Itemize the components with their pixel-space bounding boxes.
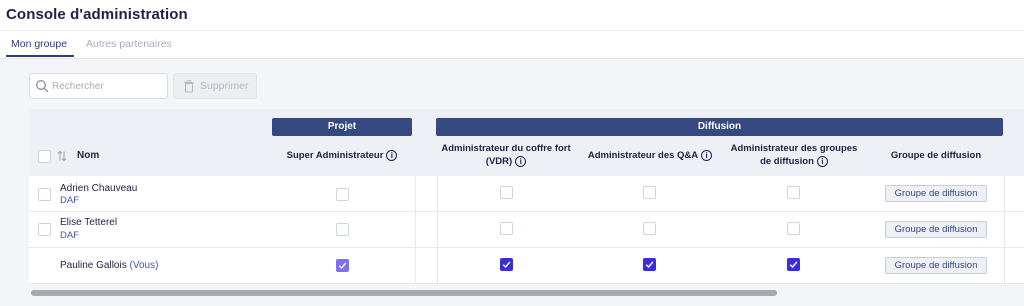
table-row: Elise Tetterel DAF Groupe de diffusion [29, 212, 1024, 248]
column-header-groupe-diffusion: Groupe de diffusion [890, 150, 982, 161]
column-header-admin-vdr-line1: Administrateur du coffre fort [441, 143, 571, 154]
groupe-diffusion-button[interactable]: Groupe de diffusion [885, 185, 987, 202]
admin-groupes-checkbox[interactable] [787, 222, 800, 235]
current-user-tag: (Vous) [129, 260, 159, 271]
column-divider [437, 176, 438, 284]
horizontal-scrollbar-thumb[interactable] [31, 290, 777, 296]
sort-icon[interactable] [57, 150, 67, 162]
column-header-nom[interactable]: Nom [77, 150, 99, 161]
admin-qa-checkbox[interactable] [643, 186, 656, 199]
column-header-admin-qa: Administrateur des Q&A i [575, 149, 725, 162]
row-select-checkbox[interactable] [38, 188, 51, 201]
user-name-cell: Pauline Gallois (Vous) [60, 260, 158, 271]
group-header-diffusion: Diffusion [436, 118, 1003, 136]
admin-qa-checkbox[interactable] [643, 222, 656, 235]
super-admin-checkbox[interactable] [336, 188, 349, 201]
groupe-diffusion-button[interactable]: Groupe de diffusion [885, 257, 987, 274]
user-role: DAF [60, 230, 79, 241]
info-icon[interactable]: i [386, 149, 398, 161]
page-title: Console d'administration [6, 6, 188, 23]
row-select-checkbox[interactable] [38, 223, 51, 236]
column-header-admin-qa-label: Administrateur des Q&A [587, 150, 699, 161]
info-icon[interactable]: i [816, 155, 828, 167]
admin-vdr-checkbox[interactable] [500, 222, 513, 235]
group-header-projet: Projet [272, 118, 412, 136]
tab-bar: Mon groupe Autres partenaires [0, 32, 1024, 58]
admin-groupes-checkbox[interactable] [787, 258, 800, 271]
admin-qa-checkbox[interactable] [643, 258, 656, 271]
super-admin-checkbox[interactable] [336, 259, 349, 272]
select-all-checkbox[interactable] [38, 150, 51, 163]
column-header-super-admin: Super Administrateur i [272, 149, 412, 162]
column-divider [415, 176, 416, 284]
check-icon [789, 261, 798, 269]
active-tab-indicator [6, 55, 74, 57]
tab-mon-groupe[interactable]: Mon groupe [11, 38, 67, 50]
column-header-admin-vdr-line2: (VDR) [485, 156, 513, 167]
search-input[interactable] [52, 78, 162, 94]
info-icon[interactable]: i [701, 149, 713, 161]
check-icon [645, 261, 654, 269]
admin-vdr-checkbox[interactable] [500, 186, 513, 199]
column-header-admin-groupes: Administrateur des groupes de diffusion i [719, 142, 869, 168]
table-row: Adrien Chauveau DAF Groupe de diffusion [29, 176, 1024, 212]
user-role: DAF [60, 195, 79, 206]
table-header: Projet Diffusion Nom Super Administrateu… [29, 109, 1024, 176]
delete-button[interactable]: Supprimer [173, 73, 257, 99]
user-name: Elise Tetterel [60, 217, 118, 228]
tab-autres-partenaires[interactable]: Autres partenaires [86, 38, 172, 50]
column-header-super-admin-label: Super Administrateur [286, 150, 384, 161]
user-name: Adrien Chauveau [60, 183, 138, 194]
column-header-admin-vdr: Administrateur du coffre fort (VDR) i [431, 142, 581, 168]
groupe-diffusion-button[interactable]: Groupe de diffusion [885, 221, 987, 238]
delete-button-label: Supprimer [200, 80, 249, 92]
search-icon [36, 80, 49, 93]
super-admin-checkbox[interactable] [336, 223, 349, 236]
search-box[interactable] [29, 73, 168, 99]
members-table: Projet Diffusion Nom Super Administrateu… [29, 109, 1024, 284]
check-icon [502, 261, 511, 269]
header-divider [0, 30, 1024, 31]
table-row: Pauline Gallois (Vous) Groupe de diffusi… [29, 248, 1024, 284]
column-divider [1004, 176, 1005, 284]
info-icon[interactable]: i [515, 155, 527, 167]
column-header-admin-groupes-line1: Administrateur des groupes [730, 143, 858, 154]
user-name: Pauline Gallois [60, 260, 127, 271]
column-header-admin-groupes-line2: de diffusion [760, 156, 814, 167]
admin-vdr-checkbox[interactable] [500, 258, 513, 271]
admin-groupes-checkbox[interactable] [787, 186, 800, 199]
check-icon [338, 262, 347, 270]
trash-icon [184, 80, 194, 93]
